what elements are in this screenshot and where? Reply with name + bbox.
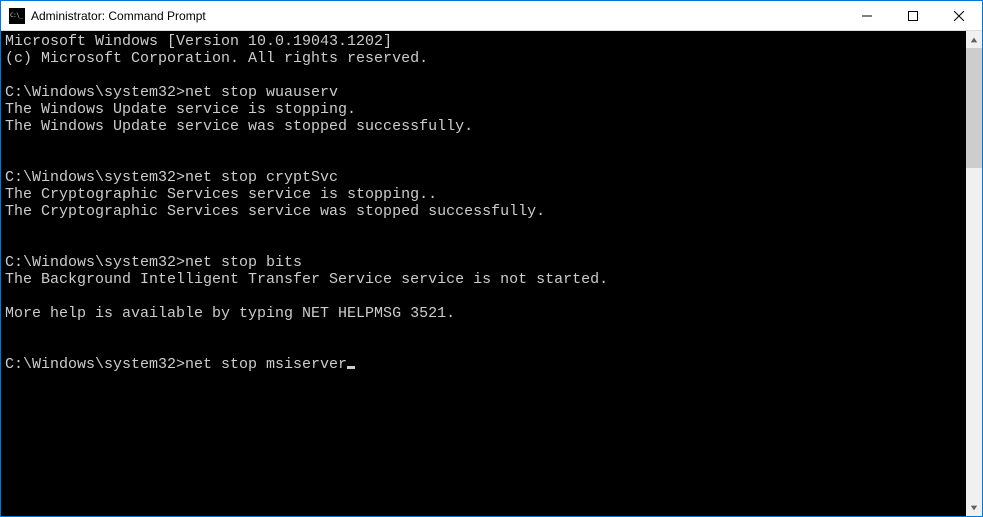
output-line: The Windows Update service was stopped s… <box>5 118 473 135</box>
titlebar[interactable]: Administrator: Command Prompt <box>1 1 982 31</box>
maximize-button[interactable] <box>890 1 936 30</box>
output-line: The Background Intelligent Transfer Serv… <box>5 271 608 288</box>
command-1: net stop wuauserv <box>185 84 338 101</box>
scroll-up-button[interactable] <box>966 31 982 48</box>
copyright-line: (c) Microsoft Corporation. All rights re… <box>5 50 428 67</box>
content-area: Microsoft Windows [Version 10.0.19043.12… <box>1 31 982 516</box>
window-frame: Administrator: Command Prompt Microsoft … <box>1 1 982 516</box>
prompt: C:\Windows\system32> <box>5 169 185 186</box>
output-line: The Cryptographic Services service is st… <box>5 186 437 203</box>
minimize-button[interactable] <box>844 1 890 30</box>
command-4: net stop msiserver <box>185 356 347 373</box>
close-button[interactable] <box>936 1 982 30</box>
scroll-down-button[interactable] <box>966 499 982 516</box>
output-line: The Cryptographic Services service was s… <box>5 203 545 220</box>
prompt: C:\Windows\system32> <box>5 254 185 271</box>
command-2: net stop cryptSvc <box>185 169 338 186</box>
output-line: More help is available by typing NET HEL… <box>5 305 455 322</box>
prompt: C:\Windows\system32> <box>5 356 185 373</box>
cmd-icon <box>9 8 25 24</box>
version-line: Microsoft Windows [Version 10.0.19043.12… <box>5 33 392 50</box>
vertical-scrollbar[interactable] <box>966 31 982 516</box>
scrollbar-thumb[interactable] <box>966 48 982 168</box>
command-3: net stop bits <box>185 254 302 271</box>
window-title: Administrator: Command Prompt <box>31 9 844 23</box>
terminal-output[interactable]: Microsoft Windows [Version 10.0.19043.12… <box>1 31 966 516</box>
window-controls <box>844 1 982 30</box>
prompt: C:\Windows\system32> <box>5 84 185 101</box>
output-line: The Windows Update service is stopping. <box>5 101 356 118</box>
cursor <box>347 366 355 369</box>
